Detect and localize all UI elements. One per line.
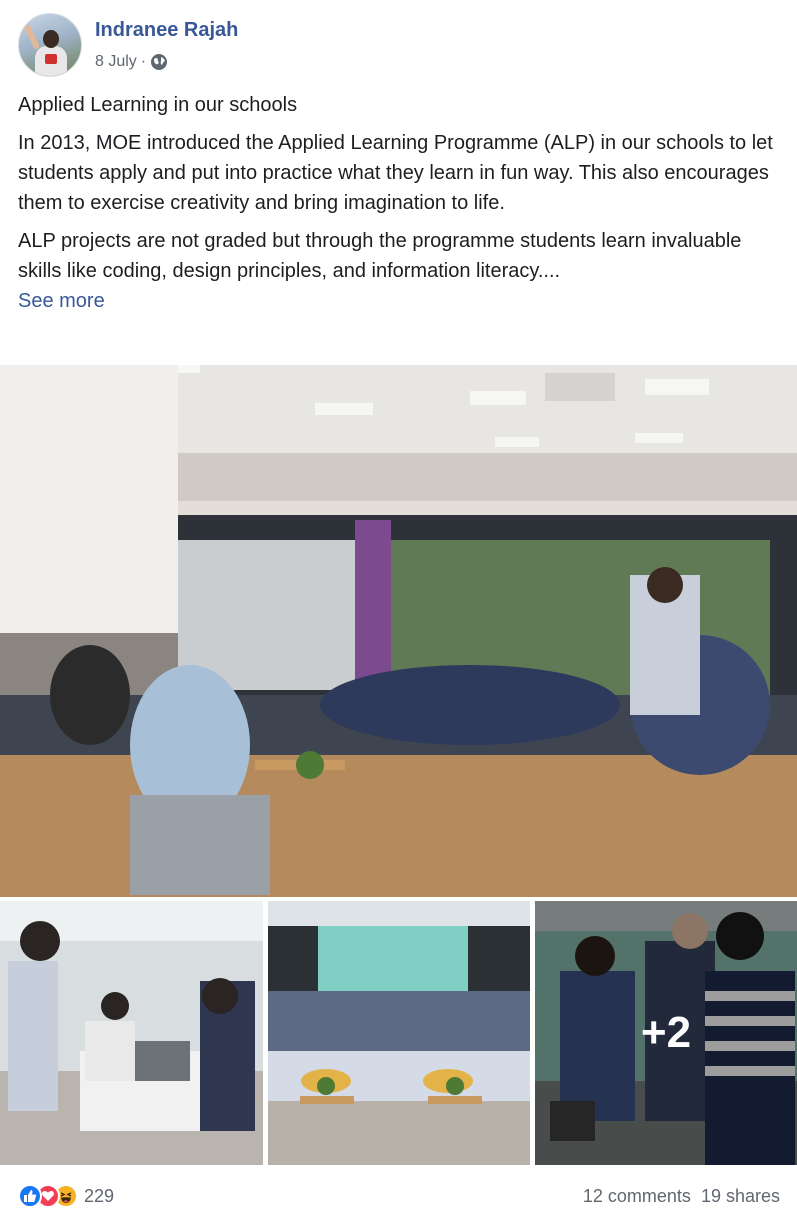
post-footer: 229 12 comments 19 shares — [18, 1182, 780, 1210]
gallery-thumbnail[interactable]: +2 — [535, 901, 797, 1165]
post-meta: Indranee Rajah 8 July · — [95, 17, 238, 73]
reactions-summary[interactable]: 229 — [18, 1184, 114, 1208]
post-body: Applied Learning in our schools In 2013,… — [18, 90, 783, 316]
reaction-count[interactable]: 229 — [84, 1186, 114, 1207]
like-icon — [18, 1184, 42, 1208]
shares-count[interactable]: 19 shares — [701, 1186, 780, 1207]
more-photos-overlay[interactable]: +2 — [535, 901, 797, 1165]
author-name[interactable]: Indranee Rajah — [95, 17, 238, 43]
post-paragraph: ALP projects are not graded but through … — [18, 226, 783, 316]
author-avatar[interactable] — [18, 13, 82, 77]
more-photos-count: +2 — [640, 1008, 692, 1057]
post-subline: 8 July · — [95, 51, 238, 73]
post-title-line: Applied Learning in our schools — [18, 94, 298, 116]
post-header: Indranee Rajah 8 July · — [18, 13, 238, 77]
comments-count[interactable]: 12 comments — [583, 1186, 691, 1207]
see-more-link[interactable]: See more — [18, 286, 783, 316]
post-date[interactable]: 8 July — [95, 51, 137, 73]
post-paragraph-text: ALP projects are not graded but through … — [18, 230, 742, 282]
photo-gallery: +2 — [0, 365, 797, 1165]
post-paragraph: In 2013, MOE introduced the Applied Lear… — [18, 132, 773, 214]
engagement-stats: 12 comments 19 shares — [583, 1186, 780, 1207]
gallery-thumbnail[interactable] — [0, 901, 263, 1165]
gallery-thumbnail[interactable] — [268, 901, 530, 1165]
globe-icon[interactable] — [150, 53, 168, 71]
separator-dot: · — [140, 53, 147, 70]
main-photo[interactable] — [0, 365, 797, 897]
